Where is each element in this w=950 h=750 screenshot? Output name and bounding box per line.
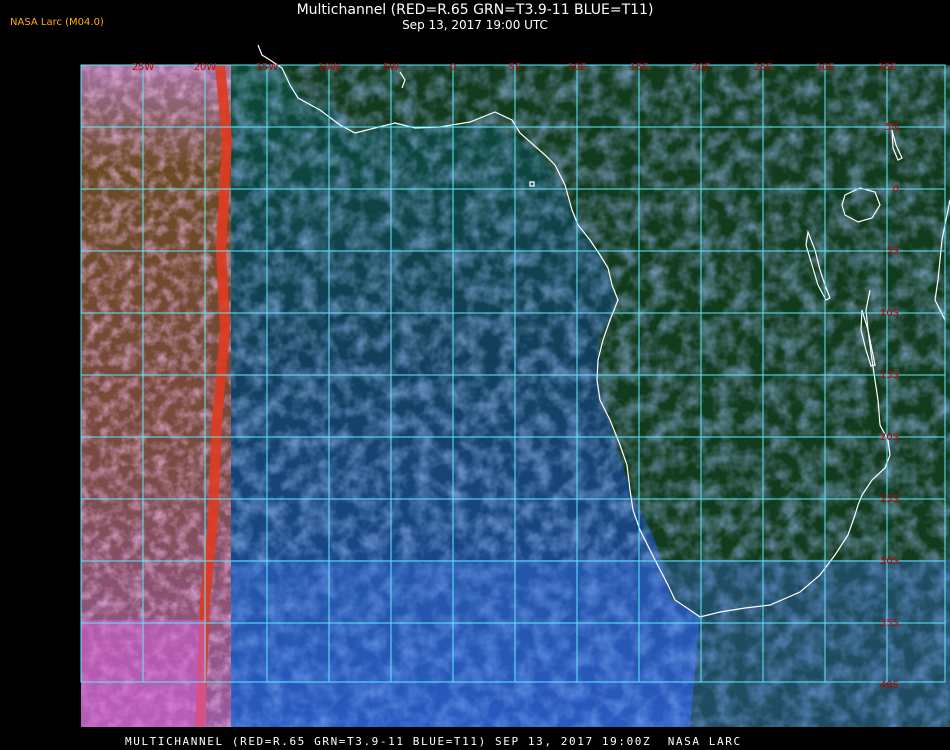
longitude-label: 25E (753, 62, 772, 73)
longitude-label: 5W (383, 62, 399, 73)
longitude-label: 0 (450, 62, 456, 73)
latitude-label: 25S (880, 494, 899, 505)
latitude-label: 5N (885, 122, 899, 133)
longitude-label: 30E (815, 62, 834, 73)
longitude-label: 20W (194, 62, 217, 73)
longitude-label: 20E (691, 62, 710, 73)
longitude-label: 25W (132, 62, 155, 73)
latitude-label: 0 (893, 184, 899, 195)
longitude-label: 35E (877, 62, 896, 73)
latitude-label: 15S (880, 370, 899, 381)
footer-caption: MULTICHANNEL (RED=R.65 GRN=T3.9-11 BLUE=… (125, 735, 742, 748)
latitude-label: 20S (880, 432, 899, 443)
satellite-image-viewer: NASA Larc (M04.0) Multichannel (RED=R.65… (0, 0, 950, 750)
satellite-map: 25W 20W 15W 10W 5W 0 5E 10E 15E 20E 25E 30E 35E 5N 0 5… (80, 44, 950, 727)
latitude-label: 10S (880, 308, 899, 319)
latitude-label: 30S (880, 556, 899, 567)
latitude-label: 40S (880, 680, 899, 691)
latitude-label: 35S (880, 618, 899, 629)
longitude-label: 15W (256, 62, 279, 73)
longitude-label: 10E (567, 62, 586, 73)
latitude-label: 5S (886, 246, 899, 257)
longitude-label: 10W (318, 62, 341, 73)
longitude-label: 15E (629, 62, 648, 73)
longitude-label: 5E (509, 62, 522, 73)
